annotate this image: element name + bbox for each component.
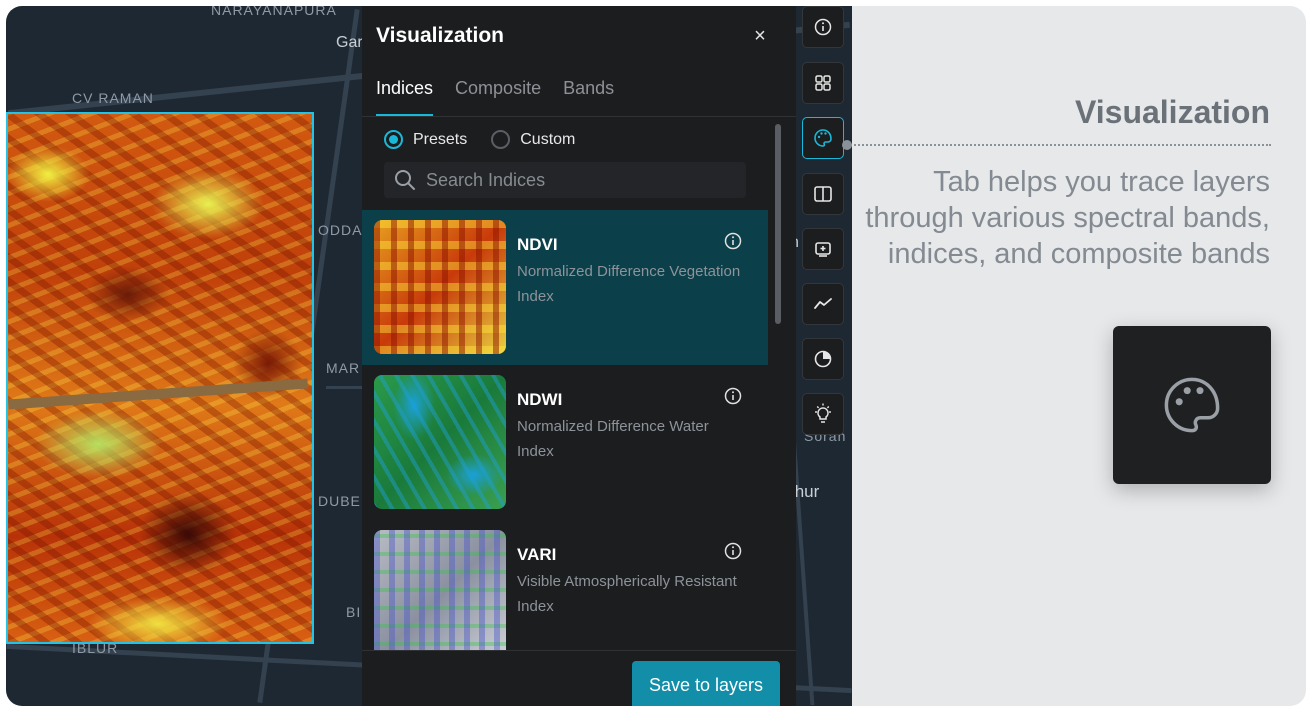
radio-label: Presets <box>413 130 468 148</box>
radio-custom[interactable]: Custom <box>491 130 575 149</box>
right-toolbar <box>802 6 844 436</box>
radio-dot <box>491 130 511 149</box>
app-frame: NARAYANAPURA Gar CV RAMAN ODDA MAR DUBE … <box>6 6 1306 706</box>
indices-list: NDVI Normalized Difference Vegetation In… <box>362 210 768 650</box>
tool-palette[interactable] <box>802 117 844 159</box>
tool-info[interactable] <box>802 6 844 48</box>
map-road <box>326 386 366 389</box>
list-item-ndvi[interactable]: NDVI Normalized Difference Vegetation In… <box>362 210 768 365</box>
map-label: CV RAMAN <box>72 90 154 106</box>
item-name: NDWI <box>517 390 563 409</box>
tool-lightbulb[interactable] <box>802 393 844 435</box>
tool-grid[interactable] <box>802 62 844 104</box>
add-layer-icon <box>815 242 831 257</box>
search-box <box>384 162 746 198</box>
map-label: Gar <box>336 34 363 51</box>
panel-footer: Save to layers <box>362 650 796 706</box>
search-input[interactable] <box>426 169 726 191</box>
map-label: MAR <box>326 360 361 376</box>
list-scrollbar[interactable] <box>775 124 781 324</box>
split-view-icon <box>814 186 832 202</box>
map-label: DUBE <box>318 493 361 509</box>
info-icon[interactable] <box>724 387 742 405</box>
visualization-panel: Visualization × Indices Composite Bands … <box>362 6 796 706</box>
callout-text: Tab helps you trace layers through vario… <box>865 166 1270 270</box>
info-icon <box>814 18 832 36</box>
map-label: ODDA <box>318 222 363 238</box>
tab-indices[interactable]: Indices <box>376 78 434 116</box>
palette-icon <box>1164 377 1220 433</box>
item-description: Visible Atmospherically Resistant Index <box>517 573 737 615</box>
radio-dot <box>384 130 403 149</box>
tool-split-view[interactable] <box>802 173 844 215</box>
map-label: NARAYANAPURA <box>211 6 337 18</box>
info-icon[interactable] <box>724 232 742 250</box>
ndwi-thumbnail <box>374 375 506 509</box>
radio-presets[interactable]: Presets <box>384 130 467 149</box>
list-item-vari[interactable]: VARI Visible Atmospherically Resistant I… <box>362 520 768 650</box>
close-button[interactable]: × <box>746 22 774 50</box>
tabs-divider <box>362 116 796 117</box>
lightbulb-icon <box>815 403 831 423</box>
tool-pie-chart[interactable] <box>802 338 844 380</box>
ndvi-raster-layer[interactable] <box>6 112 314 644</box>
pie-chart-icon <box>814 350 832 368</box>
panel-title: Visualization <box>376 24 504 47</box>
item-description: Normalized Difference Water Index <box>517 418 709 460</box>
callout-dotted-line <box>847 144 1271 146</box>
palette-feature-tile <box>1113 326 1271 484</box>
map-label: BI <box>346 604 362 620</box>
tab-bar: Indices Composite Bands <box>376 78 614 118</box>
tool-add-layer[interactable] <box>802 228 844 270</box>
grid-icon <box>815 75 831 91</box>
ndvi-thumbnail <box>374 220 506 354</box>
callout-title: Visualization <box>1074 94 1270 130</box>
item-description: Normalized Difference Vegetation Index <box>517 263 741 305</box>
tool-chart[interactable] <box>802 283 844 325</box>
list-item-ndwi[interactable]: NDWI Normalized Difference Water Index <box>362 365 768 520</box>
search-icon <box>395 170 415 190</box>
save-to-layers-button[interactable]: Save to layers <box>632 661 780 706</box>
tab-bands[interactable]: Bands <box>563 78 614 116</box>
item-name: NDVI <box>517 235 558 254</box>
preset-mode-radios: Presets Custom <box>384 130 575 149</box>
info-icon[interactable] <box>724 542 742 560</box>
tab-composite[interactable]: Composite <box>455 78 541 116</box>
palette-icon <box>814 129 832 147</box>
chart-line-icon <box>814 298 832 309</box>
runway-strip <box>8 378 308 410</box>
radio-label: Custom <box>520 130 576 148</box>
vari-thumbnail <box>374 530 506 650</box>
item-name: VARI <box>517 545 557 564</box>
